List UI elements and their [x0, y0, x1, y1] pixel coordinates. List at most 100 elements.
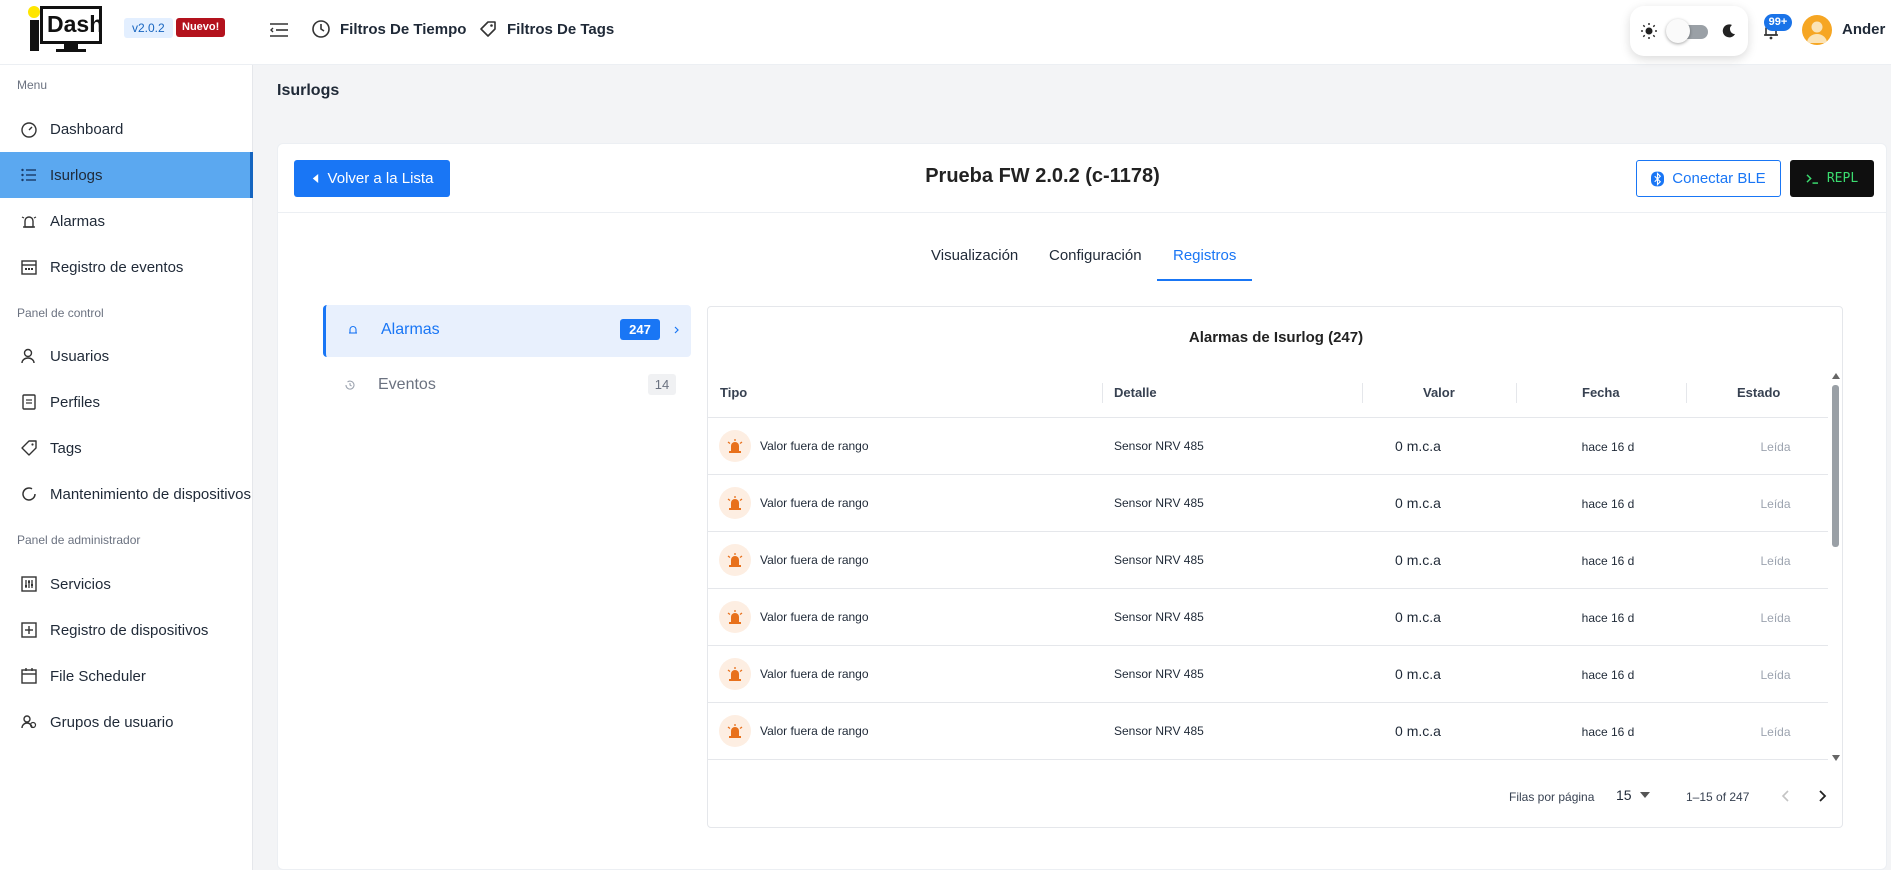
sidebar-item-label: Tags	[50, 439, 82, 457]
siren-icon	[727, 553, 743, 567]
rows-per-page-select[interactable]: 15	[1616, 787, 1650, 803]
sidebar-item-label: Registro de dispositivos	[50, 621, 209, 639]
scroll-down-arrow-icon[interactable]	[1831, 754, 1841, 762]
version-badge: v2.0.2	[124, 18, 173, 38]
cell-value: 0 m.c.a	[1395, 723, 1441, 739]
column-header-detalle[interactable]: Detalle	[1114, 385, 1157, 400]
sidebar-item-grupos-usuario[interactable]: Grupos de usuario	[0, 699, 253, 745]
cell-state: Leída	[1760, 554, 1791, 568]
column-header-valor[interactable]: Valor	[1423, 385, 1455, 400]
sidebar-item-perfiles[interactable]: Perfiles	[0, 379, 253, 425]
sidebar-item-isurlogs[interactable]: Isurlogs	[0, 152, 253, 198]
connect-ble-button[interactable]: Conectar BLE	[1636, 160, 1781, 197]
cell-type: Valor fuera de rango	[760, 724, 869, 738]
user-avatar[interactable]	[1802, 15, 1832, 45]
sun-icon	[1641, 23, 1657, 39]
sidebar-item-label: Alarmas	[50, 212, 106, 230]
table-row[interactable]: Valor fuera de rango Sensor NRV 485 0 m.c.…	[708, 532, 1828, 589]
cell-date: hace 16 d	[1581, 725, 1635, 739]
alarm-type-icon	[719, 487, 751, 519]
table-row[interactable]: Valor fuera de rango Sensor NRV 485 0 m.c.…	[708, 703, 1828, 760]
alarms-table-card: Alarmas de Isurlog (247) Tipo Detalle Va…	[707, 306, 1843, 828]
sidebar-item-label: Perfiles	[50, 393, 101, 411]
sidebar-item-alarmas[interactable]: Alarmas	[0, 198, 253, 244]
cell-date: hace 16 d	[1581, 554, 1635, 568]
page-title: Isurlogs	[277, 82, 340, 99]
cell-detail: Sensor NRV 485	[1114, 724, 1204, 738]
time-filters-button[interactable]: Filtros De Tiempo	[310, 18, 466, 40]
history-icon	[345, 380, 355, 390]
control-section-label: Panel de control	[17, 306, 104, 320]
sidebar-item-file-scheduler[interactable]: File Scheduler	[0, 653, 253, 699]
top-header: Dash v2.0.2 Nuevo! Filtros De Tiempo Fil…	[0, 0, 1891, 65]
column-header-estado[interactable]: Estado	[1737, 385, 1780, 400]
table-row[interactable]: Valor fuera de rango Sensor NRV 485 0 m.c.…	[708, 475, 1828, 532]
side-menu-alarmas[interactable]: Alarmas 247	[323, 305, 691, 357]
tab-registros[interactable]: Registros	[1173, 247, 1236, 264]
connect-ble-label: Conectar BLE	[1672, 170, 1766, 187]
cell-value: 0 m.c.a	[1395, 552, 1441, 568]
sidebar-item-registro-dispositivos[interactable]: Registro de dispositivos	[0, 607, 253, 653]
sidebar-item-mantenimiento[interactable]: Mantenimiento de dispositivos	[0, 471, 253, 517]
dashboard-icon	[21, 122, 37, 138]
cell-date: hace 16 d	[1581, 668, 1635, 682]
user-icon	[21, 348, 35, 364]
side-menu-label: Alarmas	[381, 321, 440, 338]
sidebar-item-label: Registro de eventos	[50, 258, 184, 276]
tab-visualizacion[interactable]: Visualización	[931, 247, 1018, 264]
table-title: Alarmas de Isurlog (247)	[1188, 329, 1364, 346]
sidebar-item-usuarios[interactable]: Usuarios	[0, 333, 253, 379]
user-name[interactable]: Ander	[1842, 21, 1885, 38]
sidebar-item-tags[interactable]: Tags	[0, 425, 253, 471]
terminal-icon	[1806, 174, 1818, 184]
side-menu-eventos[interactable]: Eventos 14	[323, 360, 691, 412]
column-header-fecha[interactable]: Fecha	[1582, 385, 1620, 400]
table-row[interactable]: Valor fuera de rango Sensor NRV 485 0 m.c.…	[708, 589, 1828, 646]
calendar-icon	[21, 668, 37, 684]
tag-filters-button[interactable]: Filtros De Tags	[477, 18, 614, 40]
scroll-up-arrow-icon[interactable]	[1831, 372, 1841, 380]
siren-icon	[727, 496, 743, 510]
menu-collapse-icon[interactable]	[268, 20, 290, 40]
tab-configuracion[interactable]: Configuración	[1049, 247, 1142, 264]
sliders-icon	[21, 576, 37, 592]
theme-toggle[interactable]	[1630, 6, 1748, 56]
next-page-icon[interactable]	[1815, 788, 1829, 804]
tag-filters-label: Filtros De Tags	[507, 20, 615, 38]
active-tab-indicator	[1157, 279, 1252, 281]
sidebar-item-registro-eventos[interactable]: Registro de eventos	[0, 244, 253, 290]
tag-filter-icon	[480, 21, 496, 37]
sidebar-item-dashboard[interactable]: Dashboard	[0, 106, 253, 152]
refresh-icon	[22, 487, 36, 501]
previous-page-icon[interactable]	[1779, 788, 1793, 804]
repl-label: REPL	[1826, 171, 1859, 186]
cell-state: Leída	[1760, 440, 1791, 454]
cell-state: Leída	[1760, 668, 1791, 682]
side-menu-label: Eventos	[378, 376, 436, 393]
alarm-type-icon	[719, 715, 751, 747]
rows-per-page-value: 15	[1616, 787, 1632, 803]
new-badge: Nuevo!	[176, 18, 226, 37]
table-row[interactable]: Valor fuera de rango Sensor NRV 485 0 m.c.…	[708, 646, 1828, 703]
time-filters-label: Filtros De Tiempo	[340, 20, 467, 38]
cell-type: Valor fuera de rango	[760, 496, 869, 510]
sidebar: Menu Dashboard Isurlogs Alarmas Registro…	[0, 65, 253, 870]
eventos-count-badge: 14	[648, 374, 676, 395]
back-to-list-button[interactable]: Volver a la Lista	[294, 160, 450, 197]
notifications-badge: 99+	[1764, 14, 1792, 31]
cell-type: Valor fuera de rango	[760, 553, 869, 567]
toggle-knob[interactable]	[1666, 19, 1690, 43]
sidebar-item-servicios[interactable]: Servicios	[0, 561, 253, 607]
app-logo[interactable]: Dash	[28, 6, 106, 52]
sidebar-item-label: Grupos de usuario	[50, 713, 174, 731]
cell-detail: Sensor NRV 485	[1114, 667, 1204, 681]
repl-button[interactable]: REPL	[1790, 160, 1874, 197]
alarm-type-icon	[719, 544, 751, 576]
table-scrollbar-thumb[interactable]	[1832, 385, 1839, 547]
column-header-tipo[interactable]: Tipo	[720, 385, 747, 400]
alarmas-count-badge: 247	[620, 319, 660, 340]
sidebar-item-label: Usuarios	[50, 347, 110, 365]
caret-left-icon	[312, 174, 318, 183]
sidebar-item-label: Mantenimiento de dispositivos	[50, 485, 251, 503]
table-row[interactable]: Valor fuera de rango Sensor NRV 485 0 m.c.…	[708, 418, 1828, 475]
